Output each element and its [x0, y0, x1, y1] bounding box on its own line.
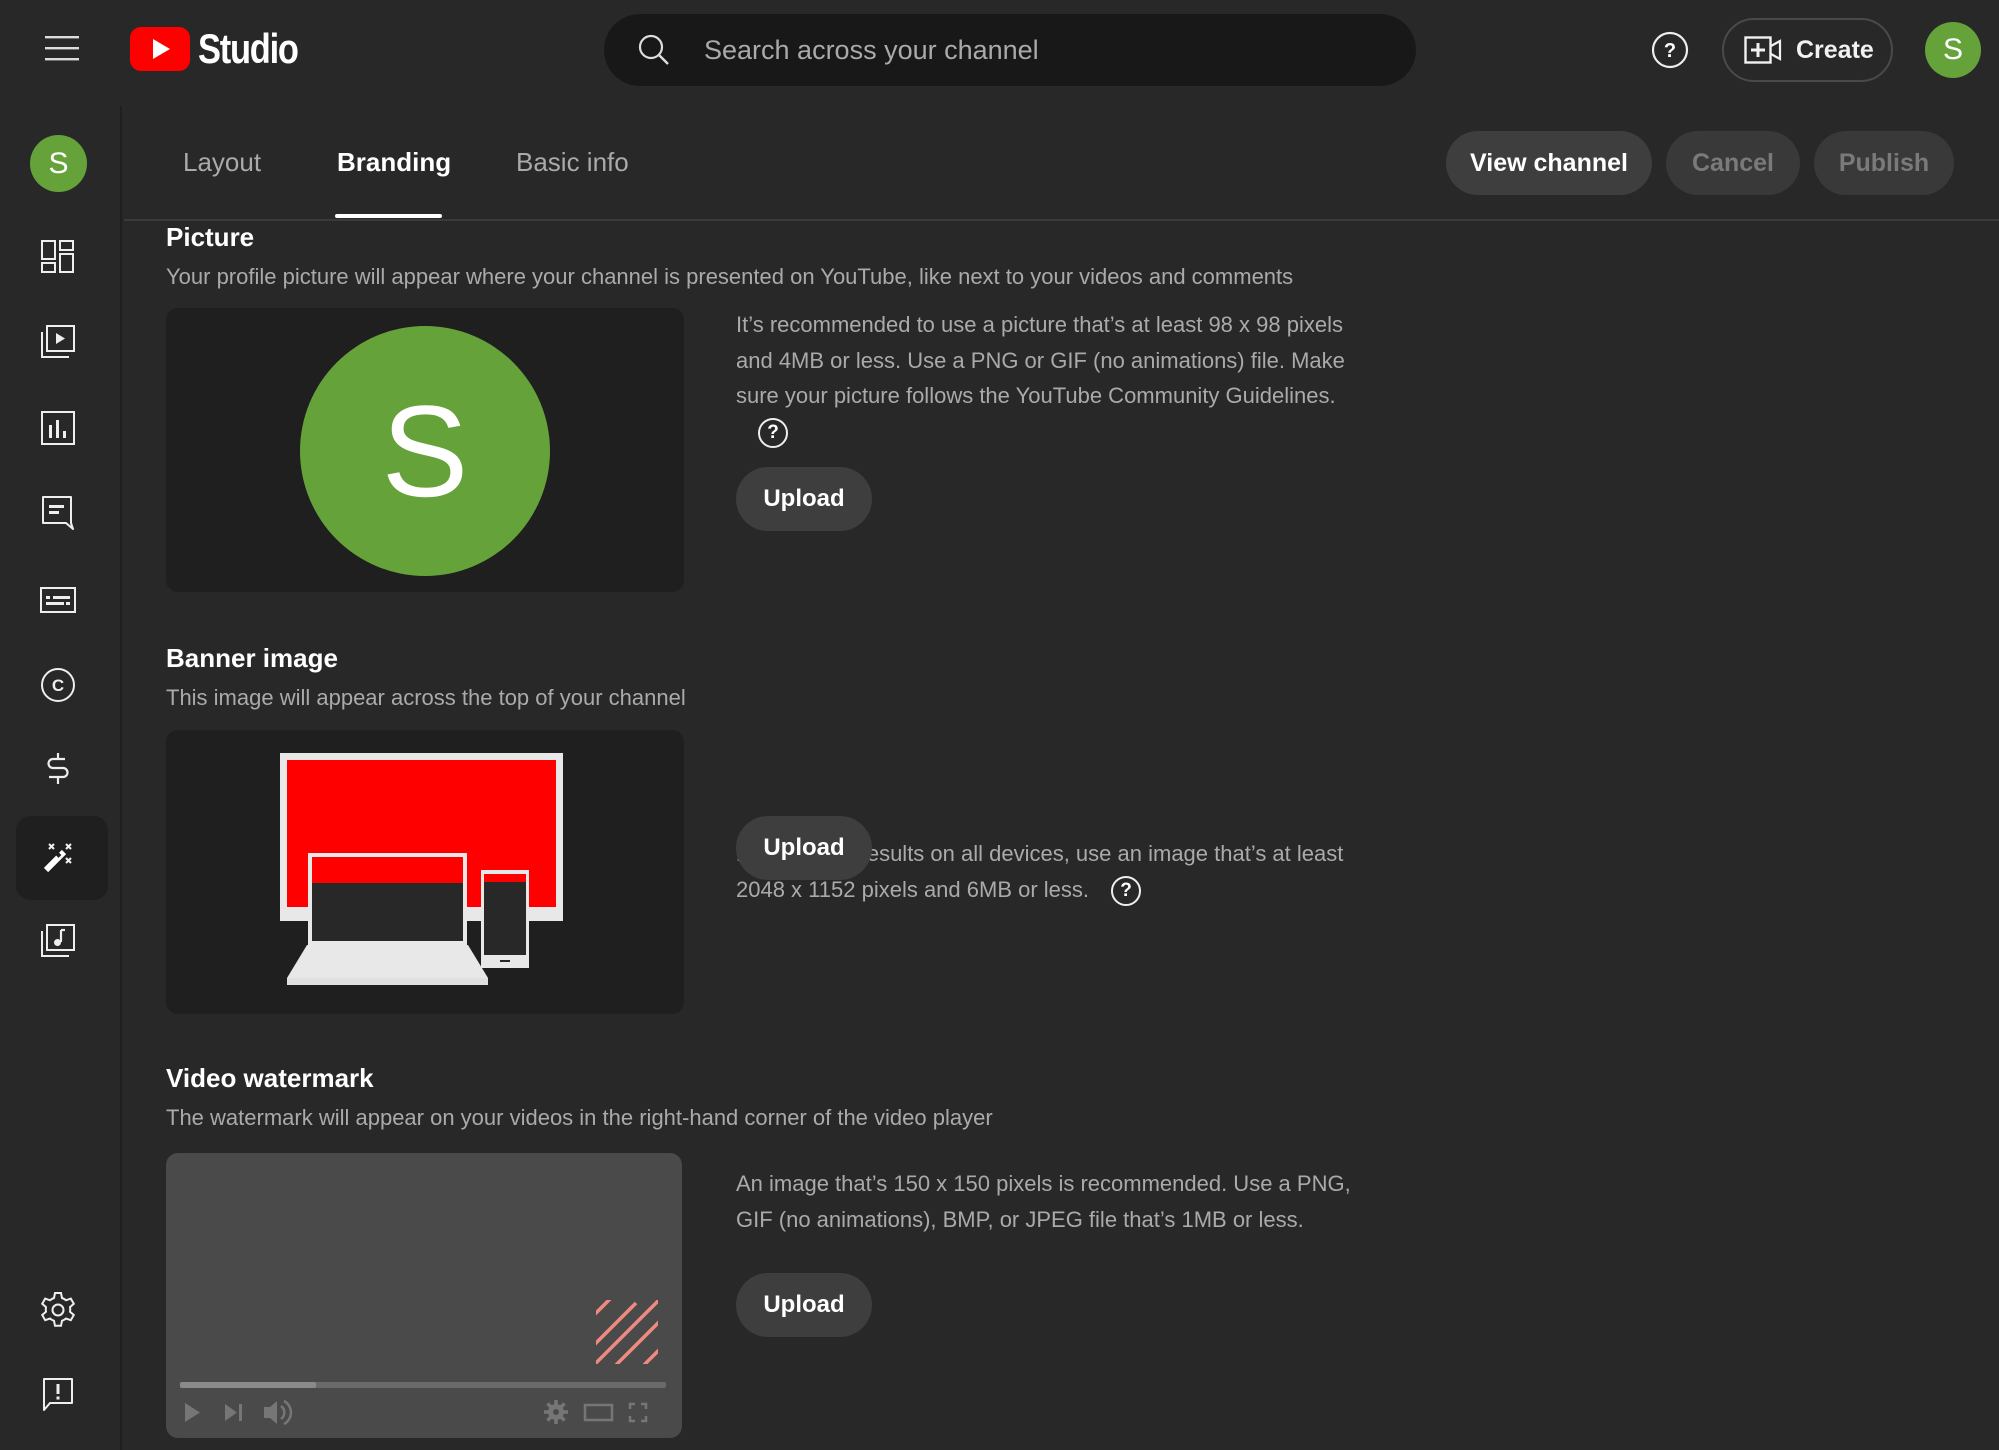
svg-text:?: ?: [1664, 40, 1676, 62]
comments-icon: [42, 496, 74, 530]
hamburger-menu-icon[interactable]: [40, 26, 84, 70]
sidebar-item-subtitles[interactable]: [37, 579, 79, 621]
copyright-icon: C: [41, 668, 75, 702]
tab-label: Branding: [337, 147, 452, 177]
watermark-upload-button[interactable]: Upload: [736, 1273, 872, 1337]
logo-text: Studio: [198, 25, 299, 72]
watermark-info-text: An image that’s 150 x 150 pixels is reco…: [736, 1171, 1351, 1232]
help-circle-icon: ?: [1651, 31, 1689, 69]
feedback-icon: [43, 1378, 73, 1411]
sidebar-item-audio-library[interactable]: [37, 920, 79, 962]
video-library-icon: [41, 325, 75, 358]
sidebar: S C: [0, 106, 122, 1450]
banner-title: Banner image: [166, 643, 338, 673]
avatar-letter: S: [1942, 33, 1963, 66]
top-bar: Studio ? Create S: [0, 0, 1999, 106]
devices-illustration-icon: [280, 753, 563, 985]
watermark-info: An image that’s 150 x 150 pixels is reco…: [736, 1166, 1356, 1237]
picture-description: Your profile picture will appear where y…: [166, 264, 1294, 289]
tab-basic-info[interactable]: Basic info: [516, 106, 629, 219]
banner-preview: [166, 730, 684, 1014]
help-circle-icon[interactable]: ?: [758, 417, 788, 448]
profile-picture-preview: S: [300, 326, 550, 576]
svg-text:C: C: [52, 676, 64, 695]
search-input[interactable]: [704, 14, 1384, 86]
tab-label: Basic info: [516, 147, 629, 177]
dashboard-icon: [41, 240, 74, 273]
account-avatar[interactable]: S: [1925, 22, 1981, 78]
view-channel-button[interactable]: View channel: [1446, 131, 1652, 195]
theater-mode-icon: [583, 1403, 614, 1422]
watermark-preview: [166, 1153, 682, 1438]
progress-fill: [180, 1382, 317, 1388]
gear-icon: [40, 1292, 76, 1327]
subtitles-icon: [40, 587, 76, 613]
tab-layout[interactable]: Layout: [183, 106, 261, 219]
fullscreen-icon: [628, 1402, 648, 1423]
sidebar-item-earn[interactable]: [37, 749, 79, 791]
youtube-logo-icon: [130, 27, 190, 71]
picture-info: It’s recommended to use a picture that’s…: [736, 307, 1356, 449]
banner-upload-button[interactable]: Upload: [736, 816, 872, 880]
search-bar[interactable]: [604, 14, 1416, 86]
settings-icon: [544, 1400, 568, 1424]
picture-title: Picture: [166, 222, 255, 252]
sidebar-item-settings[interactable]: [37, 1289, 79, 1331]
video-player-illustration: [180, 1300, 666, 1426]
sidebar-item-comments[interactable]: [37, 492, 79, 534]
avatar-letter: S: [48, 146, 69, 180]
tab-branding[interactable]: Branding: [337, 106, 451, 219]
watermark-description: The watermark will appear on your videos…: [166, 1105, 993, 1130]
play-icon: [185, 1403, 200, 1422]
create-button[interactable]: Create: [1722, 18, 1893, 82]
magic-wand-icon: [37, 837, 79, 879]
picture-info-text: It’s recommended to use a picture that’s…: [736, 312, 1345, 408]
help-circle-icon[interactable]: ?: [1111, 875, 1142, 906]
sidebar-item-dashboard[interactable]: [37, 236, 79, 278]
banner-description: This image will appear across the top of…: [166, 685, 686, 710]
studio-logo[interactable]: Studio: [130, 24, 320, 74]
picture-preview: S: [166, 308, 684, 592]
volume-icon: [264, 1399, 293, 1426]
channel-avatar[interactable]: S: [30, 135, 87, 192]
audio-library-icon: [41, 924, 75, 957]
watermark-title: Video watermark: [166, 1063, 374, 1093]
video-add-icon: [1744, 36, 1782, 64]
main-content: Layout Branding Basic info View channel …: [124, 106, 1999, 1450]
help-button[interactable]: ?: [1648, 28, 1692, 72]
watermark-placeholder-icon: [596, 1300, 658, 1364]
cancel-button[interactable]: Cancel: [1666, 131, 1800, 195]
publish-button[interactable]: Publish: [1814, 131, 1954, 195]
picture-upload-button[interactable]: Upload: [736, 467, 872, 531]
avatar-letter: S: [381, 378, 469, 524]
header-divider: [124, 219, 1999, 221]
tab-label: Layout: [183, 147, 262, 177]
sidebar-item-copyright[interactable]: C: [37, 664, 79, 706]
analytics-icon: [41, 411, 75, 445]
next-icon: [225, 1404, 237, 1421]
sidebar-item-content[interactable]: [37, 321, 79, 363]
sidebar-item-analytics[interactable]: [37, 407, 79, 449]
dollar-icon: [47, 753, 69, 784]
create-label: Create: [1796, 35, 1874, 64]
active-tab-indicator: [335, 214, 442, 218]
search-icon: [638, 34, 669, 65]
sidebar-item-send-feedback[interactable]: [37, 1374, 79, 1416]
